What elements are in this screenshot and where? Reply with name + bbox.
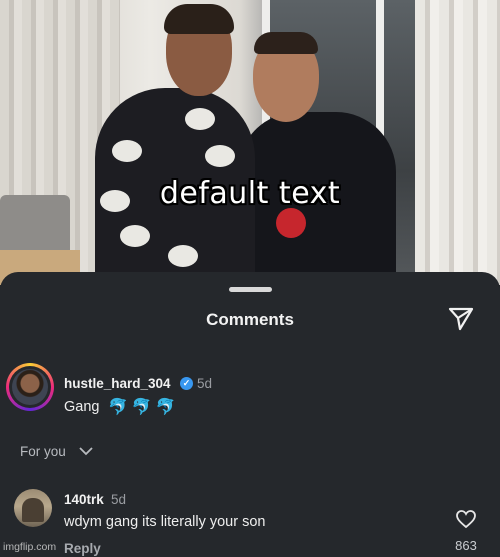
comment-text: Gang [64, 399, 100, 415]
like-count: 863 [455, 538, 477, 553]
meme-photo: default text [0, 0, 500, 285]
watermark: imgflip.com [3, 541, 57, 553]
dolphin-emoji: 🐬 [108, 399, 128, 416]
sheet-title: Comments [206, 310, 294, 329]
jersey-logo [276, 208, 306, 238]
curtain-right [415, 0, 500, 285]
reply-button[interactable]: Reply [64, 541, 101, 556]
hoodie-flower [112, 140, 142, 162]
hoodie-flower [168, 245, 198, 267]
verified-badge-icon: ✓ [180, 377, 193, 390]
avatar[interactable] [14, 489, 52, 527]
hoodie-flower [120, 225, 150, 247]
comment-emojis: 🐬 🐬 🐬 [108, 397, 180, 417]
comment-time: 5d [111, 492, 127, 507]
hoodie-flower [185, 108, 215, 130]
comment-username[interactable]: hustle_hard_304 [64, 376, 171, 391]
comment-text: wdym gang its literally your son [64, 514, 266, 530]
hoodie-flower [205, 145, 235, 167]
sheet-drag-handle[interactable] [229, 287, 272, 292]
avatar [12, 369, 48, 405]
comment-time: 5d [197, 376, 213, 391]
heart-icon[interactable] [455, 509, 477, 529]
chevron-down-icon[interactable] [78, 445, 94, 457]
person-left-hair [164, 4, 234, 34]
avatar-story-ring[interactable] [6, 363, 54, 411]
dolphin-emoji: 🐬 [131, 399, 152, 416]
paper-plane-icon[interactable] [447, 306, 475, 332]
dolphin-emoji: 🐬 [155, 399, 176, 416]
sort-filter-label[interactable]: For you [20, 444, 66, 459]
meme-caption: default text [159, 176, 341, 211]
comments-sheet: Comments hustle_hard_304 ✓ 5d Gang 🐬 🐬 🐬 F… [0, 272, 500, 557]
person-right-hair [254, 32, 318, 54]
comment-username[interactable]: 140trk [64, 492, 104, 507]
